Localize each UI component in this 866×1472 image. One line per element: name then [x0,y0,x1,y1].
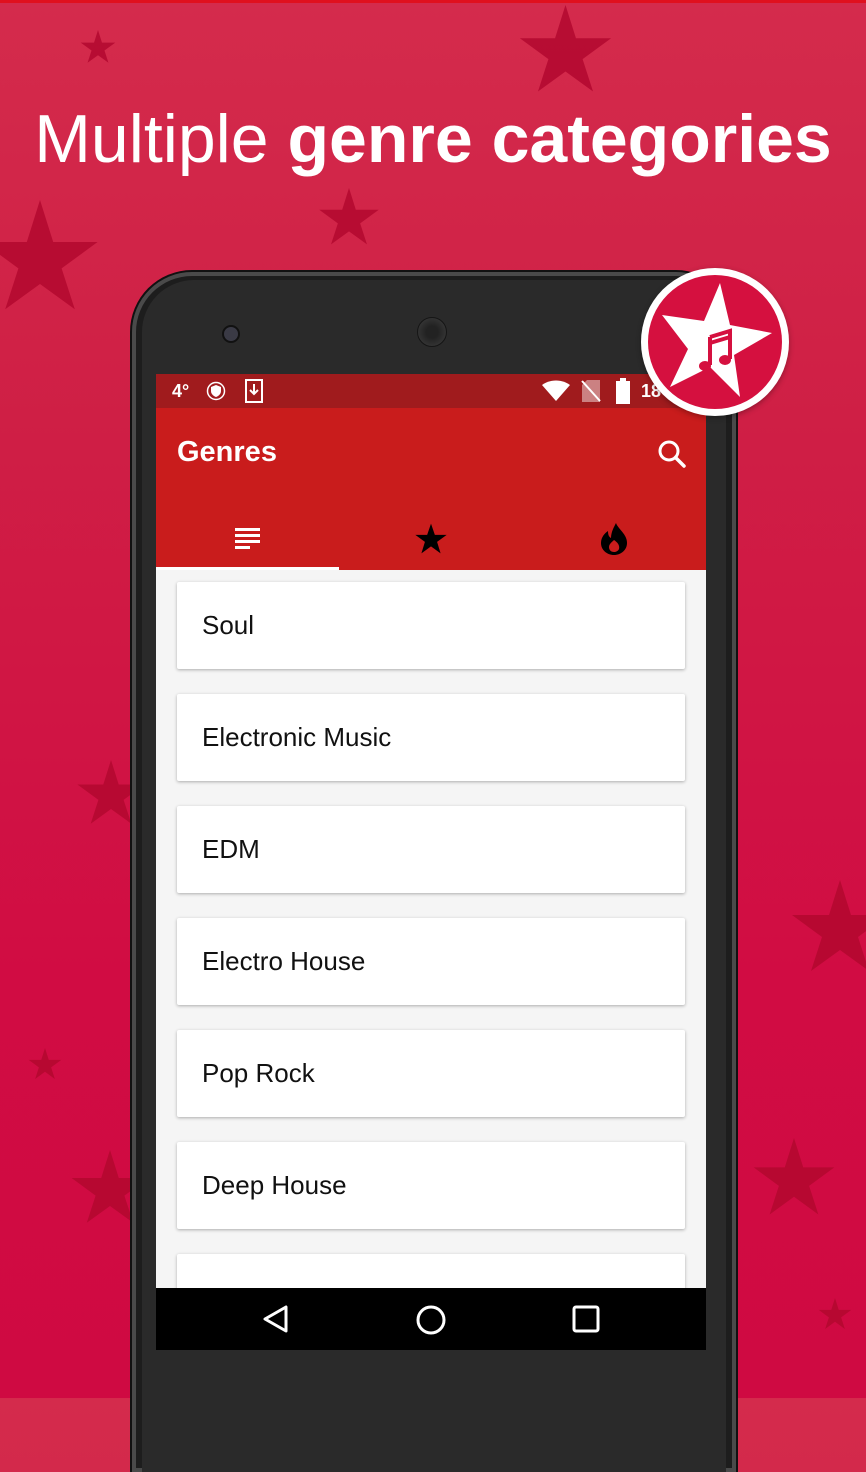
search-icon [658,440,686,468]
shield-icon [206,381,226,401]
decorative-star-icon [792,880,866,971]
navigation-bar [156,1288,706,1350]
genre-label: EDM [202,834,260,864]
back-icon [263,1305,288,1333]
headline: Multiple genre categories [0,100,866,178]
recents-button[interactable] [571,1304,601,1339]
headline-light: Multiple [34,101,269,177]
genre-card[interactable]: Electronic Music [177,694,685,781]
phone-speaker [417,317,447,347]
tab-bar [156,508,706,570]
phone-camera [222,325,240,343]
genre-card[interactable]: Soul [177,582,685,669]
back-button[interactable] [261,1304,291,1339]
search-button[interactable] [656,438,688,470]
genre-card[interactable]: Pop Rock [177,1030,685,1117]
decorative-star-icon [519,5,612,92]
tab-list[interactable] [156,508,340,570]
home-button[interactable] [415,1304,447,1341]
star-music-note-icon [662,283,772,397]
temperature: 4° [172,380,190,401]
page-title: Genres [177,436,277,468]
wifi-icon [542,380,570,402]
genre-label: Electronic Music [202,722,392,752]
decorative-star-icon [0,200,98,310]
status-bar: 4° 18 [156,374,706,408]
headline-bold: genre categories [287,101,832,177]
no-sim-icon [581,379,601,403]
download-icon [245,379,263,403]
app-logo-badge [641,268,789,416]
top-accent-line [0,0,866,3]
app-bar: Genres [156,408,706,570]
flame-icon [601,523,628,555]
genre-label: Soul [202,610,255,640]
list-icon [234,528,260,549]
genre-label: Deep House [202,1170,347,1200]
phone-screen: 4° 18 Genres Soul Electronic Music EDM E… [156,374,706,1350]
tab-trending[interactable] [523,508,706,570]
decorative-star-icon [753,1138,835,1215]
genre-card[interactable]: Deep House [177,1142,685,1229]
home-icon [416,1305,446,1335]
decorative-star-icon [80,30,116,63]
decorative-star-icon [319,188,379,245]
decorative-star-icon [28,1048,62,1079]
battery-icon [616,378,630,404]
star-icon [415,523,447,554]
decorative-star-icon [818,1298,852,1329]
genre-label: Pop Rock [202,1058,315,1088]
tab-favorites[interactable] [339,508,522,570]
recents-icon [572,1305,600,1333]
genre-card[interactable]: EDM [177,806,685,893]
genre-card[interactable]: Electro House [177,918,685,1005]
genre-label: Electro House [202,946,366,976]
